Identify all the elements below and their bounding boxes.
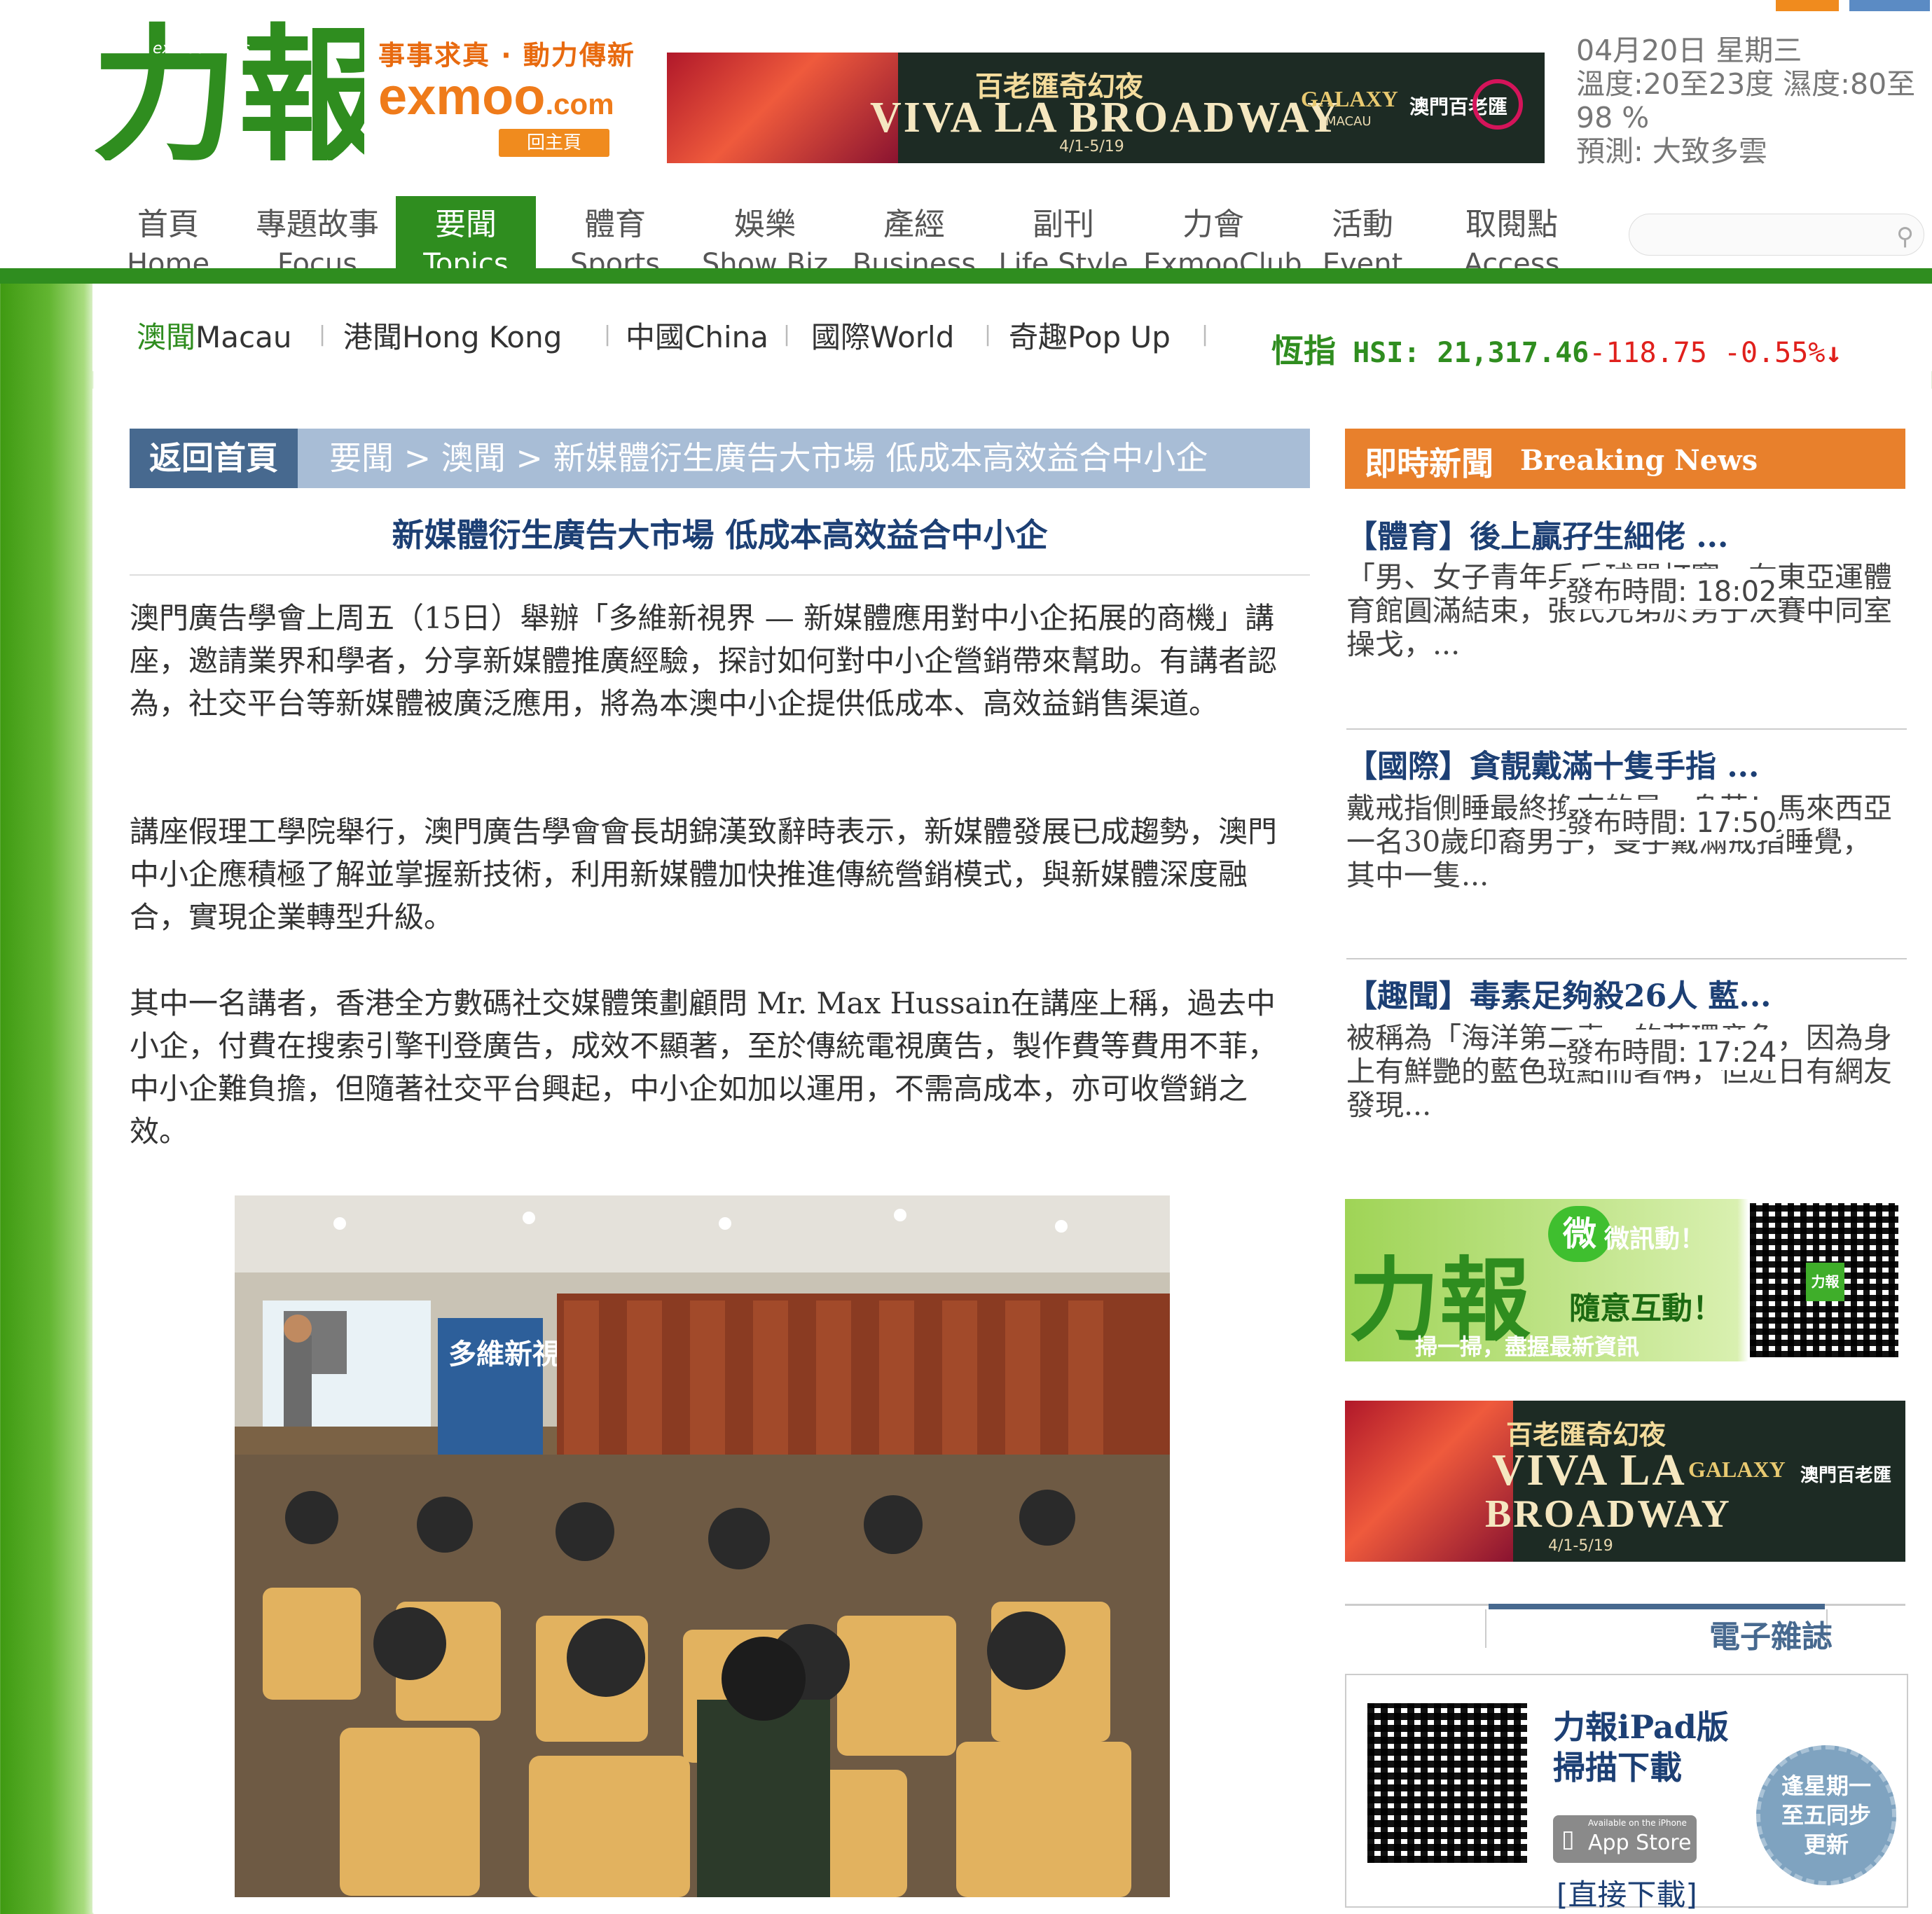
ipad-qr-code — [1367, 1703, 1527, 1863]
banner-galaxy-logo: GALAXY — [1688, 1457, 1786, 1482]
search-icon[interactable]: ⚲ — [1896, 223, 1914, 251]
wechat-ad-line1: 隨意互動！ — [1569, 1291, 1723, 1326]
hsi-label: HSI: — [1353, 337, 1421, 369]
subnav-divider: | — [783, 322, 791, 347]
subnav-macau[interactable]: 澳聞Macau — [137, 314, 291, 356]
banner-dates: 4/1-5/19 — [1059, 138, 1124, 155]
wechat-qr-code: 力報 — [1750, 1203, 1898, 1357]
emag-tab-bar — [1489, 1604, 1825, 1609]
nav-showbiz[interactable]: 娛樂 Show Biz — [695, 196, 835, 280]
site-name: exmoo.com — [378, 67, 614, 125]
news-item-title[interactable]: 【體育】後上贏孖生細佬 ... — [1346, 511, 1728, 556]
banner-dancers-image — [1345, 1401, 1513, 1562]
hsi-percent: -0.55% — [1723, 337, 1826, 369]
weather-temp: 溫度:20至23度 濕度:80至98 % — [1576, 67, 1916, 134]
news-item-title[interactable]: 【國際】貪靚戴滿十隻手指 ... — [1346, 741, 1759, 786]
subnav-china[interactable]: 中國China — [626, 314, 768, 356]
back-home-button[interactable]: 返回首頁 — [130, 429, 298, 488]
svg-text:力報: 力報 — [91, 11, 364, 160]
subnav-divider: | — [1201, 322, 1209, 347]
article-headline: 新媒體衍生廣告大市場 低成本高效益合中小企 — [392, 516, 1048, 554]
direct-download-link[interactable]: [直接下載] — [1557, 1871, 1697, 1914]
subnav-popup[interactable]: 奇趣Pop Up — [1009, 314, 1171, 356]
qr-center-logo: 力報 — [1806, 1263, 1844, 1301]
apple-icon: ▯ — [1561, 1825, 1575, 1853]
hsi-change: -118.75 — [1589, 337, 1707, 369]
exmoo-logo[interactable]: 力報 exmoo news — [91, 10, 364, 160]
breaking-news-title-en: Breaking News — [1520, 444, 1758, 477]
news-item-time: 發布時間: 17:50 — [1566, 800, 1777, 840]
subnav-divider: | — [319, 322, 326, 347]
nav-green-bar — [0, 268, 1932, 284]
article-paragraph: 其中一名講者，香港全方數碼社交媒體策劃顧問 Mr. Max Hussain在講座… — [130, 986, 1278, 1149]
subnav-hongkong[interactable]: 港聞Hong Kong — [343, 314, 562, 356]
nav-business[interactable]: 產經 Business — [844, 196, 984, 280]
hsi-ticker[interactable]: 恆指 HSI: 21,317.46-118.75 -0.55%↓ — [1271, 326, 1842, 372]
hsi-value: 21,317.46 — [1437, 337, 1589, 369]
hsi-label-cn: 恆指 — [1271, 332, 1336, 370]
banner-galaxy-sub: MACAU — [1325, 114, 1372, 129]
ipad-subtitle: 掃描下載 — [1553, 1749, 1682, 1787]
breadcrumb-path[interactable]: 要聞 > 澳聞 > 新媒體衍生廣告大市場 低成本高效益合中小企 — [329, 429, 1208, 488]
emag-tab[interactable]: 電子雜誌 — [1709, 1611, 1833, 1656]
nav-access[interactable]: 取閱點 Access — [1442, 196, 1582, 280]
ipad-title: 力報iPad版 — [1553, 1708, 1729, 1746]
down-arrow-icon: ↓ — [1825, 337, 1842, 369]
nav-event[interactable]: 活動 Event — [1292, 196, 1433, 280]
wechat-ad-tag: 微訊動！ — [1604, 1225, 1706, 1254]
breaking-news-title: 即時新聞 — [1365, 445, 1493, 483]
top-banner-ad[interactable]: 百老匯奇幻夜 VIVA LA BROADWAY 4/1-5/19 GALAXY … — [667, 53, 1545, 163]
nav-focus[interactable]: 專題故事 Focus — [247, 196, 387, 280]
ipad-download-box: 力報iPad版 掃描下載 ▯ Available on the iPhone A… — [1345, 1674, 1908, 1912]
news-item-time: 發布時間: 18:02 — [1566, 569, 1777, 609]
banner-title-en: BROADWAY — [1485, 1492, 1732, 1536]
subnav-divider: | — [984, 322, 992, 347]
nav-exmooclub[interactable]: 力會 ExmooClub — [1143, 196, 1302, 280]
svg-text:exmoo news: exmoo news — [153, 40, 250, 57]
banner-dates: 4/1-5/19 — [1548, 1537, 1613, 1555]
banner-ring-icon — [1472, 79, 1523, 130]
top-link-orange[interactable] — [1776, 0, 1839, 11]
search-input[interactable]: ⚲ — [1629, 214, 1924, 256]
news-divider — [1346, 728, 1907, 730]
home-button[interactable]: 回主頁 — [499, 129, 609, 157]
nav-home[interactable]: 首頁 Home — [98, 196, 238, 280]
subnav-divider: | — [604, 322, 612, 347]
article-paragraph: 澳門廣告學會上周五（15日）舉辦「多維新視界 — 新媒體應用對中小企拓展的商機」… — [130, 601, 1278, 721]
news-item-time: 發布時間: 17:24 — [1566, 1029, 1777, 1070]
wechat-ad[interactable]: 力報 微 微訊動！ 隨意互動！ 掃一掃，盡握最新資訊 力報 — [1345, 1199, 1905, 1361]
banner-galaxy-logo: GALAXY — [1301, 86, 1398, 111]
weather-forecast: 預測: 大致多雲 — [1576, 134, 1767, 168]
side-banner-ad[interactable]: 百老匯奇幻夜 VIVA LA BROADWAY 4/1-5/19 GALAXY … — [1345, 1401, 1905, 1562]
news-item-title[interactable]: 【趣聞】毒素足夠殺26人 藍... — [1346, 971, 1772, 1015]
nav-lifestyle[interactable]: 副刊 Life Style — [993, 196, 1133, 280]
banner-title-en: VIVA LA BROADWAY — [870, 94, 1341, 141]
seminar-photo-illustration: 多維新視界 — [235, 1195, 1170, 1897]
wechat-ad-line2: 掃一掃，盡握最新資訊 — [1415, 1333, 1640, 1360]
weather-panel: 04月20日 星期三 溫度:20至23度 濕度:80至98 % 預測: 大致多雲 — [1576, 34, 1926, 168]
app-store-small: Available on the iPhone — [1588, 1818, 1687, 1828]
emag-tabs: 電子雜誌 — [1345, 1604, 1905, 1655]
headline-divider — [130, 574, 1310, 576]
top-link-blue[interactable] — [1849, 0, 1930, 11]
banner-venetian-logo: 澳門百老匯 — [1800, 1465, 1892, 1486]
subnav-world[interactable]: 國際World — [811, 314, 954, 356]
article-photo[interactable]: 多維新視界 — [235, 1195, 1170, 1897]
news-divider — [1346, 958, 1907, 959]
article-paragraph: 講座假理工學院舉行，澳門廣告學會會長胡錦漢致辭時表示，新媒體發展已成趨勢，澳門中… — [130, 814, 1278, 934]
wechat-bubble-icon: 微 — [1548, 1206, 1611, 1262]
weather-date: 04月20日 星期三 — [1576, 34, 1802, 67]
app-store-label: App Store — [1588, 1831, 1692, 1855]
app-store-button[interactable]: ▯ Available on the iPhone App Store — [1553, 1815, 1697, 1863]
nav-sports[interactable]: 體育 Sports — [545, 196, 685, 280]
banner-dancers-image — [667, 53, 898, 163]
banner-title-en: VIVA LA — [1492, 1445, 1687, 1495]
sync-update-stamp: 逢星期一至五同步更新 — [1756, 1745, 1896, 1885]
